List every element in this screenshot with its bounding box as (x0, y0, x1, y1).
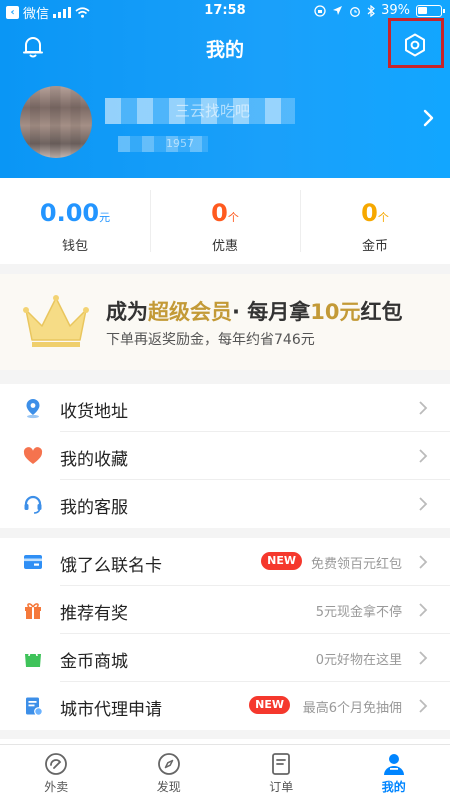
menu-item-label: 我的收藏 (60, 450, 128, 470)
chevron-right-icon (419, 449, 428, 463)
menu-item-label: 金币商城 (60, 652, 128, 672)
menu-item-label: 收货地址 (60, 402, 128, 422)
vip-title-amount: 10元 (310, 300, 361, 324)
location-pin-icon (26, 399, 40, 419)
headset-icon (24, 495, 42, 514)
coins-value: 0 (361, 199, 378, 227)
heart-icon (23, 447, 43, 464)
compass-icon (157, 753, 180, 775)
menu-item-favorites[interactable]: 我的收藏 (0, 432, 450, 480)
stat-coupons[interactable]: 0个 优惠 (150, 178, 300, 264)
menu-item-customer-service[interactable]: 我的客服 (0, 480, 450, 528)
menu-item-label: 我的客服 (60, 498, 128, 518)
coupons-value: 0 (211, 199, 228, 227)
menu-item-hint: 5元现金拿不停 (315, 605, 402, 620)
vip-title-prefix: 成为 (106, 300, 148, 324)
shopping-bag-icon (25, 651, 41, 667)
tab-discover[interactable]: 发现 (113, 745, 226, 800)
battery-icon (416, 4, 445, 17)
tab-label: 我的 (381, 780, 406, 794)
tab-mine[interactable]: 我的 (338, 745, 450, 800)
menu-item-referral[interactable]: 推荐有奖 5元现金拿不停 (0, 586, 450, 634)
document-icon (26, 697, 43, 716)
new-badge: NEW (249, 696, 290, 714)
status-bar: ‹ 微信 17:58 39% (0, 0, 450, 22)
tab-label: 外卖 (44, 780, 69, 794)
coupons-label: 优惠 (211, 239, 238, 254)
menu-item-hint: 免费领百元红包 (310, 557, 402, 572)
tab-orders[interactable]: 订单 (225, 745, 338, 800)
wallet-value: 0.00 (39, 199, 100, 227)
vip-title-highlight: 超级会员 (148, 300, 232, 324)
tab-label: 订单 (269, 780, 294, 794)
vip-title-mid: · 每月拿 (232, 300, 311, 324)
avatar[interactable] (20, 86, 92, 158)
menu-item-hint: 0元好物在这里 (315, 653, 402, 668)
order-icon (272, 753, 291, 775)
account-stats: 0.00元 钱包 0个 优惠 0个 金币 (0, 178, 450, 264)
vip-title-suffix: 红包 (360, 300, 403, 324)
tab-takeout[interactable]: 外卖 (0, 745, 113, 800)
rotation-lock-icon (314, 4, 326, 17)
coins-label: 金币 (361, 239, 388, 254)
menu-item-coin-mall[interactable]: 金币商城 0元好物在这里 (0, 634, 450, 682)
user-phone: 1957 (118, 136, 208, 152)
menu-item-city-agent[interactable]: 城市代理申请 NEW 最高6个月免抽佣 (0, 682, 450, 730)
stat-wallet[interactable]: 0.00元 钱包 (0, 178, 150, 264)
menu-item-label: 城市代理申请 (60, 700, 162, 720)
stat-coins[interactable]: 0个 金币 (300, 178, 450, 264)
page-title: 我的 (205, 39, 244, 61)
tab-label: 发现 (156, 780, 181, 794)
chevron-right-icon[interactable] (420, 108, 436, 128)
battery-percent: 39% (381, 3, 410, 18)
chevron-right-icon (419, 497, 428, 511)
menu-item-address[interactable]: 收货地址 (0, 384, 450, 432)
coins-unit: 个 (377, 211, 389, 224)
menu-item-label: 推荐有奖 (60, 604, 128, 624)
menu-group-basic: 收货地址 我的收藏 我的客服 (0, 384, 450, 528)
location-arrow-icon (333, 6, 343, 15)
chevron-right-icon (419, 699, 428, 713)
alarm-icon (350, 6, 361, 17)
chevron-right-icon (419, 555, 428, 569)
chevron-right-icon (419, 603, 428, 617)
wallet-label: 钱包 (61, 239, 88, 254)
gear-icon[interactable] (402, 32, 428, 58)
profile-header: ‹ 微信 17:58 39% 我的 三云找吃吧 1957 (0, 0, 450, 178)
vip-title[interactable]: 成为超级会员· 每月拿10元红包 (106, 296, 403, 326)
takeout-icon (45, 753, 68, 775)
vip-subtitle: 下单再返奖励金，每年约省746元 (106, 332, 315, 348)
menu-item-hint: 最高6个月免抽佣 (302, 701, 402, 716)
chevron-right-icon (419, 401, 428, 415)
user-name[interactable]: 三云找吃吧 (105, 98, 295, 124)
bottom-tab-bar: 外卖 发现 订单 我的 (0, 744, 450, 800)
wallet-unit: 元 (99, 211, 111, 224)
gift-icon (25, 603, 41, 619)
card-icon (24, 555, 42, 569)
chevron-right-icon (419, 651, 428, 665)
coupons-unit: 个 (227, 211, 239, 224)
menu-group-extras: 饿了么联名卡 NEW 免费领百元红包 推荐有奖 5元现金拿不停 金币商城 0元好… (0, 538, 450, 730)
new-badge: NEW (261, 552, 302, 570)
crown-icon (23, 295, 89, 347)
bluetooth-icon (367, 4, 376, 17)
menu-item-cobrand-card[interactable]: 饿了么联名卡 NEW 免费领百元红包 (0, 538, 450, 586)
profile-icon (383, 754, 404, 775)
menu-item-label: 饿了么联名卡 (60, 556, 162, 576)
